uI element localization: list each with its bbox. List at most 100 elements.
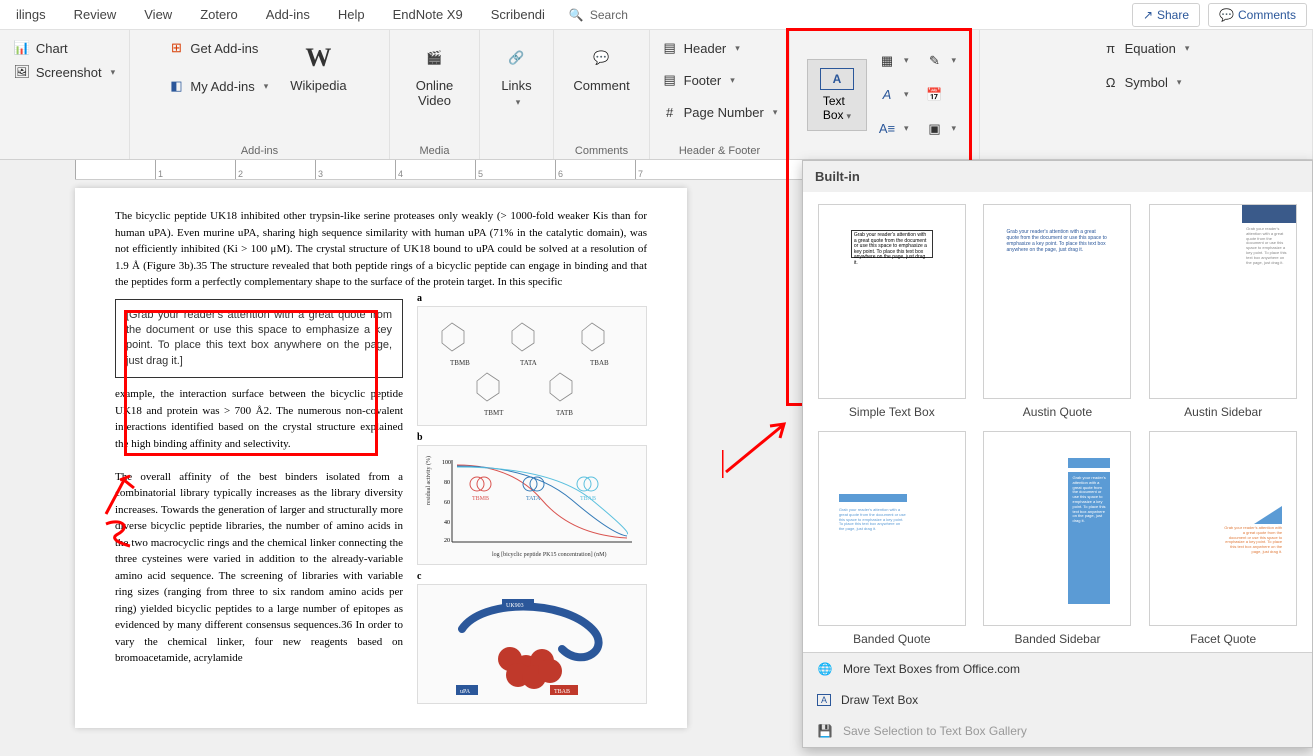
ruler-tick: 1: [155, 160, 235, 179]
screenshot-button[interactable]: 🖼 Screenshot: [8, 60, 121, 84]
thumb-sample-text: Grab your reader's attention with a grea…: [1246, 227, 1290, 265]
search-box[interactable]: 🔍 Search: [559, 8, 638, 22]
quick-parts-button[interactable]: ▦: [873, 49, 915, 73]
video-icon: 🎬: [418, 42, 450, 74]
save-icon: 💾: [817, 723, 833, 739]
gallery-item-banded-sidebar[interactable]: Grab your reader's attention with a grea…: [981, 431, 1135, 646]
tab-scribendi[interactable]: Scribendi: [477, 1, 559, 28]
ruler-tick: 7: [635, 160, 715, 179]
wordart-icon: A: [879, 87, 895, 103]
footer-label: Footer: [684, 73, 722, 88]
wikipedia-icon: W: [302, 42, 334, 74]
comment-label: Comment: [573, 78, 629, 93]
gallery-caption: Austin Sidebar: [1184, 405, 1262, 419]
screenshot-label: Screenshot: [36, 65, 102, 80]
chart-label: Chart: [36, 41, 68, 56]
footer-button[interactable]: ▤ Footer: [656, 68, 784, 92]
svg-text:TATA: TATA: [526, 496, 541, 502]
thumb-banded-quote: Grab your reader's attention with a grea…: [818, 431, 966, 626]
gallery-item-banded-quote[interactable]: Grab your reader's attention with a grea…: [815, 431, 969, 646]
tab-addins[interactable]: Add-ins: [252, 1, 324, 28]
thumb-sample-text: Grab your reader's attention with a grea…: [851, 230, 933, 258]
more-text-boxes-button[interactable]: 🌐 More Text Boxes from Office.com: [803, 653, 1312, 685]
comment-button[interactable]: 💬 Comment: [563, 36, 639, 99]
gallery-caption: Banded Quote: [853, 632, 930, 646]
text-box-gallery-panel: Built-in Grab your reader's attention wi…: [802, 160, 1313, 748]
svg-text:60: 60: [444, 500, 450, 506]
wordart-button[interactable]: A: [873, 83, 915, 107]
svg-text:UK903: UK903: [506, 603, 524, 609]
dropcap-icon: A≡: [879, 121, 895, 137]
search-icon: 🔍: [569, 8, 584, 22]
share-button[interactable]: ↗ Share: [1132, 3, 1200, 27]
ruler-tick: 3: [315, 160, 395, 179]
symbol-button[interactable]: ΩSymbol: [1097, 70, 1196, 94]
thumb-sample-text: Grab your reader's attention with a grea…: [1068, 472, 1110, 604]
my-addins-button[interactable]: ◧My Add-ins: [162, 74, 274, 98]
svg-text:TBAB: TBAB: [554, 689, 570, 695]
footer-icon: ▤: [662, 72, 678, 88]
header-button[interactable]: ▤Header: [656, 36, 784, 60]
tab-mailings[interactable]: ilings: [2, 1, 60, 28]
thumb-facet-quote: Grab your reader's attention with a grea…: [1149, 431, 1297, 626]
gallery-item-austin-quote[interactable]: Grab your reader's attention with a grea…: [981, 204, 1135, 419]
tab-zotero[interactable]: Zotero: [186, 1, 252, 28]
get-addins-button[interactable]: ⊞Get Add-ins: [162, 36, 274, 60]
share-label: Share: [1157, 8, 1189, 22]
tab-view[interactable]: View: [130, 1, 186, 28]
inserted-text-box[interactable]: [Grab your reader's attention with a gre…: [115, 299, 403, 379]
gallery-item-simple-text-box[interactable]: Grab your reader's attention with a grea…: [815, 204, 969, 419]
signature-icon: ✎: [927, 53, 943, 69]
text-box-icon: A: [820, 68, 854, 90]
comments-label: Comments: [1238, 8, 1296, 22]
signature-line-button[interactable]: ✎: [921, 49, 963, 73]
svg-text:100: 100: [442, 460, 451, 466]
wikipedia-button[interactable]: W Wikipedia: [280, 36, 356, 99]
gallery-item-austin-sidebar[interactable]: Grab your reader's attention with a grea…: [1146, 204, 1300, 419]
group-label-symbols: [990, 153, 1302, 157]
more-text-boxes-label: More Text Boxes from Office.com: [843, 662, 1020, 676]
tab-endnote[interactable]: EndNote X9: [379, 1, 477, 28]
save-selection-button[interactable]: 💾 Save Selection to Text Box Gallery: [803, 715, 1312, 747]
drop-cap-button[interactable]: A≡: [873, 117, 915, 141]
chart-button[interactable]: 📊Chart: [8, 36, 121, 60]
page[interactable]: The bicyclic peptide UK18 inhibited othe…: [75, 188, 687, 728]
comment-icon: 💬: [586, 42, 618, 74]
svg-text:TATA: TATA: [520, 359, 537, 367]
online-video-button[interactable]: 🎬 Online Video: [406, 36, 464, 114]
share-icon: ↗: [1143, 8, 1153, 22]
comments-button[interactable]: 💬 Comments: [1208, 3, 1307, 27]
gallery-item-facet-quote[interactable]: Grab your reader's attention with a grea…: [1146, 431, 1300, 646]
svg-text:TBAB: TBAB: [590, 359, 609, 367]
draw-text-box-button[interactable]: A Draw Text Box: [803, 685, 1312, 715]
group-label-text: [800, 153, 969, 157]
doc-paragraph: The overall affinity of the best binders…: [115, 469, 403, 667]
figure-a: TBMB TATA TBAB TBMT TATB: [417, 306, 647, 426]
object-button[interactable]: ▣: [921, 117, 963, 141]
thumb-simple-text-box: Grab your reader's attention with a grea…: [818, 204, 966, 399]
quickparts-icon: ▦: [879, 53, 895, 69]
svg-text:TBMB: TBMB: [472, 496, 489, 502]
tab-review[interactable]: Review: [60, 1, 131, 28]
text-box-button[interactable]: A Text Box: [807, 59, 867, 131]
symbol-icon: Ω: [1103, 74, 1119, 90]
wikipedia-label: Wikipedia: [290, 78, 346, 93]
svg-text:80: 80: [444, 480, 450, 486]
links-button[interactable]: 🔗 Links: [491, 36, 543, 114]
links-label: Links: [501, 78, 531, 93]
svg-text:TBMT: TBMT: [484, 409, 504, 417]
thumb-sample-text: Grab your reader's attention with a grea…: [1224, 526, 1282, 555]
gallery-header: Built-in: [803, 161, 1312, 192]
date-time-button[interactable]: 📅: [921, 83, 963, 107]
equation-button[interactable]: πEquation: [1097, 36, 1196, 60]
gallery-caption: Simple Text Box: [849, 405, 935, 419]
page-number-button[interactable]: #Page Number: [656, 100, 784, 124]
gallery-caption: Austin Quote: [1023, 405, 1092, 419]
group-label-addins: Add-ins: [140, 141, 379, 157]
screenshot-icon: 🖼: [14, 64, 30, 80]
thumb-austin-quote: Grab your reader's attention with a grea…: [983, 204, 1131, 399]
globe-icon: 🌐: [817, 661, 833, 677]
thumb-sample-text: Grab your reader's attention with a grea…: [1006, 229, 1108, 253]
tab-help[interactable]: Help: [324, 1, 379, 28]
header-icon: ▤: [662, 40, 678, 56]
